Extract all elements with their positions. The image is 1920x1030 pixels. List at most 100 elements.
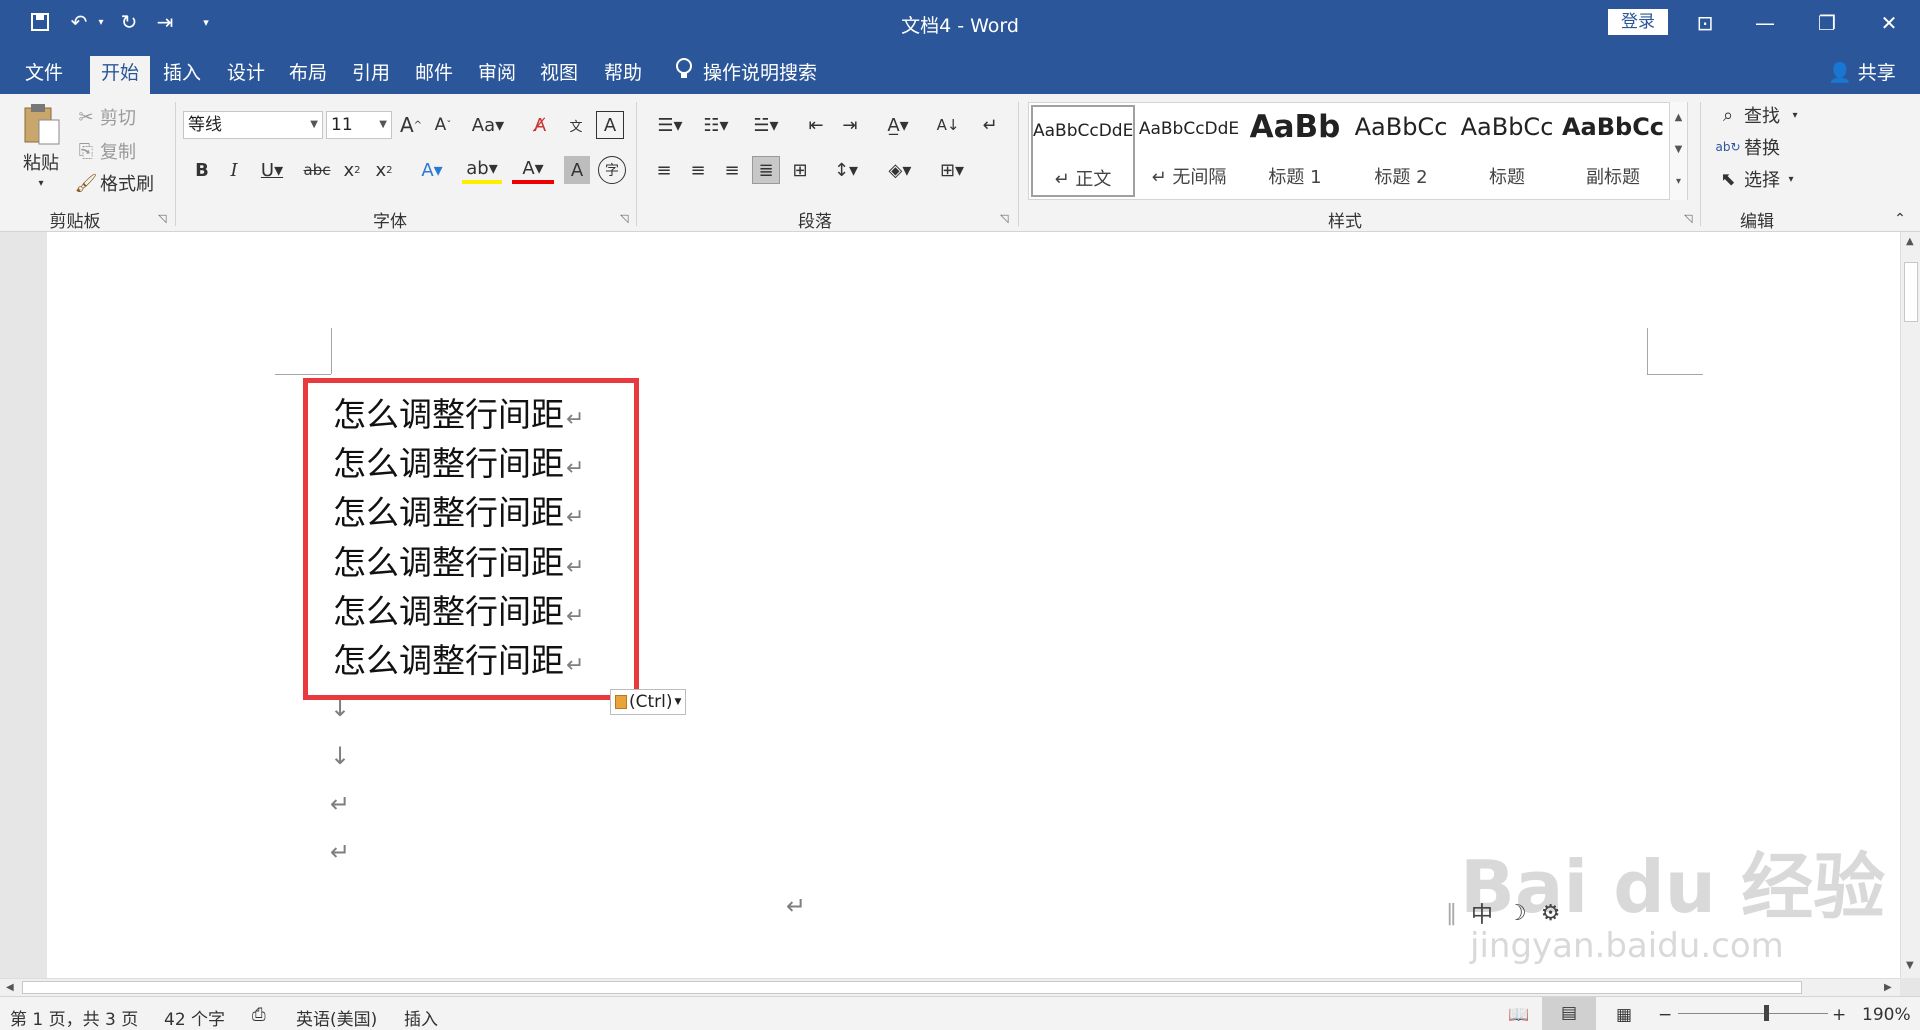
scroll-up-icon[interactable]: ▲ <box>1906 236 1914 247</box>
borders-icon[interactable]: ⊞▾ <box>932 156 972 184</box>
align-left-icon[interactable]: ≡ <box>650 156 678 184</box>
enclose-characters-icon[interactable]: 字 <box>598 156 626 184</box>
tab-design[interactable]: 设计 <box>216 56 276 94</box>
search-icon[interactable]: ⌕ <box>1716 102 1740 128</box>
tab-help[interactable]: 帮助 <box>593 56 653 94</box>
shading-icon[interactable]: ◈▾ <box>880 156 920 184</box>
read-mode-icon[interactable]: 📖 <box>1508 1005 1529 1025</box>
sort-icon[interactable]: A↓ <box>934 111 962 139</box>
line-spacing-icon[interactable]: ↕▾ <box>826 156 866 184</box>
font-dialog-launcher-icon[interactable]: ◹ <box>620 212 628 225</box>
scroll-down-icon[interactable]: ▼ <box>1906 960 1914 971</box>
chinese-layout-icon[interactable]: A̲▾ <box>878 111 918 139</box>
insert-mode[interactable]: 插入 <box>404 1005 438 1030</box>
proofing-icon[interactable]: ⎙ <box>252 1005 266 1025</box>
ribbon-display-icon[interactable]: ⊡ <box>1682 6 1728 40</box>
horizontal-scrollbar[interactable]: ◀ ▶ <box>0 978 1900 996</box>
paste-options-button[interactable]: (Ctrl) ▼ <box>610 689 687 715</box>
cursor-icon[interactable]: ⬉ <box>1716 166 1740 192</box>
font-size-combo[interactable]: 11 ▼ <box>326 111 392 139</box>
styles-dialog-launcher-icon[interactable]: ◹ <box>1684 212 1692 225</box>
tab-references[interactable]: 引用 <box>341 56 401 94</box>
ime-toolbar[interactable]: ‖ 中 ☽ ⚙ <box>1446 895 1596 931</box>
chevron-down-icon[interactable]: ▼ <box>1670 134 1687 166</box>
style-heading-1[interactable]: AaBb 标题 1 <box>1243 105 1347 197</box>
minimize-icon[interactable]: — <box>1742 6 1788 40</box>
zoom-level[interactable]: 190% <box>1862 1005 1911 1025</box>
scroll-left-icon[interactable]: ◀ <box>6 982 14 993</box>
decrease-indent-icon[interactable]: ⇤ <box>802 111 830 139</box>
change-case-icon[interactable]: Aa▾ <box>470 111 506 139</box>
distributed-icon[interactable]: ⊞ <box>786 156 814 184</box>
print-layout-icon[interactable]: ▤ <box>1542 997 1596 1030</box>
paste-dropdown-icon[interactable]: ▾ <box>34 176 48 190</box>
grow-font-icon[interactable]: A ^ <box>398 111 424 139</box>
subscript-icon[interactable]: x2 <box>340 156 364 184</box>
character-border-icon[interactable]: A <box>596 111 624 139</box>
replace-icon[interactable]: ab↻ <box>1715 134 1740 160</box>
paste-label[interactable]: 粘贴 <box>18 150 64 174</box>
scroll-right-icon[interactable]: ▶ <box>1884 982 1892 993</box>
zoom-slider[interactable] <box>1678 1013 1828 1014</box>
increase-indent-icon[interactable]: ⇥ <box>836 111 864 139</box>
restore-icon[interactable]: ❐ <box>1804 6 1850 40</box>
clipboard-dialog-launcher-icon[interactable]: ◹ <box>158 212 166 225</box>
zoom-slider-thumb[interactable] <box>1764 1005 1769 1021</box>
clear-format-icon[interactable]: A̸ <box>526 111 554 139</box>
moon-icon[interactable]: ☽ <box>1507 901 1527 926</box>
align-center-icon[interactable]: ≡ <box>684 156 712 184</box>
show-marks-icon[interactable]: ↵ <box>976 111 1004 139</box>
zoom-out-icon[interactable]: − <box>1658 1005 1672 1025</box>
chevron-up-icon[interactable]: ▲ <box>1670 102 1687 134</box>
style-heading-2[interactable]: AaBbCc 标题 2 <box>1349 105 1453 197</box>
font-color-icon[interactable]: A▾ <box>512 156 554 184</box>
replace-label[interactable]: 替换 <box>1744 134 1804 160</box>
highlight-icon[interactable]: ab▾ <box>462 156 502 184</box>
tab-mailings[interactable]: 邮件 <box>404 56 464 94</box>
tab-layout[interactable]: 布局 <box>278 56 338 94</box>
word-count[interactable]: 42 个字 <box>164 1005 225 1030</box>
multilevel-list-icon[interactable]: ☱▾ <box>742 111 790 139</box>
zoom-in-icon[interactable]: + <box>1832 1005 1846 1025</box>
tab-file[interactable]: 文件 <box>14 56 74 94</box>
tab-home[interactable]: 开始 <box>90 56 150 94</box>
style-no-spacing[interactable]: AaBbCcDdE ↵ 无间隔 <box>1137 105 1241 197</box>
more-icon[interactable]: ▾ <box>1670 166 1687 198</box>
font-name-combo[interactable]: 等线 ▼ <box>183 111 323 139</box>
page-count[interactable]: 第 1 页，共 3 页 <box>10 1005 138 1030</box>
style-normal[interactable]: AaBbCcDdE ↵ 正文 <box>1031 105 1135 197</box>
tab-insert[interactable]: 插入 <box>152 56 212 94</box>
strikethrough-icon[interactable]: abc <box>302 156 332 184</box>
ime-mode[interactable]: 中 <box>1471 897 1493 929</box>
bold-icon[interactable]: B <box>190 156 214 184</box>
shrink-font-icon[interactable]: Aˇ <box>430 111 456 139</box>
style-subtitle[interactable]: AaBbCc 副标题 <box>1561 105 1665 197</box>
tell-me-search[interactable]: 操作说明搜索 <box>675 58 817 85</box>
tab-review[interactable]: 审阅 <box>467 56 527 94</box>
bullets-icon[interactable]: ☰▾ <box>650 111 690 139</box>
share-button[interactable]: 👤 共享 <box>1828 58 1896 85</box>
collapse-ribbon-icon[interactable]: ⌃ <box>1890 210 1910 228</box>
phonetic-guide-icon[interactable]: 文 <box>562 111 590 139</box>
close-icon[interactable]: ✕ <box>1866 6 1912 40</box>
format-painter-label[interactable]: 格式刷 <box>100 172 164 195</box>
paragraph-dialog-launcher-icon[interactable]: ◹ <box>1000 212 1008 225</box>
superscript-icon[interactable]: x2 <box>372 156 396 184</box>
chevron-down-icon[interactable]: ▾ <box>1784 166 1798 192</box>
underline-icon[interactable]: U▾ <box>254 156 290 184</box>
vertical-scrollbar[interactable]: ▲ ▼ <box>1900 232 1920 978</box>
scroll-thumb[interactable] <box>1904 262 1918 322</box>
italic-icon[interactable]: I <box>222 156 246 184</box>
numbering-icon[interactable]: ☷▾ <box>696 111 736 139</box>
gallery-scroll[interactable]: ▲ ▼ ▾ <box>1669 102 1687 200</box>
login-button[interactable]: 登录 <box>1608 9 1668 35</box>
tab-view[interactable]: 视图 <box>529 56 589 94</box>
align-right-icon[interactable]: ≡ <box>718 156 746 184</box>
style-title[interactable]: AaBbCc 标题 <box>1455 105 1559 197</box>
web-layout-icon[interactable]: ▦ <box>1616 1005 1632 1025</box>
paste-icon[interactable] <box>18 102 64 146</box>
gear-icon[interactable]: ⚙ <box>1541 901 1561 926</box>
character-shading-icon[interactable]: A <box>564 156 590 184</box>
language[interactable]: 英语(美国) <box>296 1005 377 1030</box>
text-effects-icon[interactable]: A▾ <box>412 156 452 184</box>
